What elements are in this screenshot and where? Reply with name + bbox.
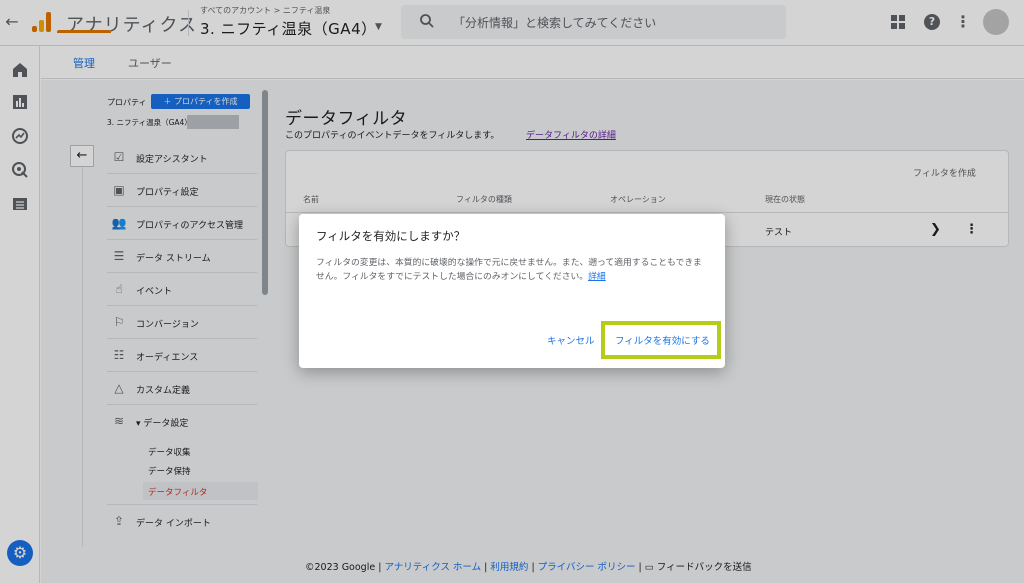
enable-filter-dialog: フィルタを有効にしますか？ フィルタの変更は、本質的に破壊的な操作で元に戻せませ… <box>299 214 725 368</box>
cancel-button[interactable]: キャンセル <box>547 333 595 347</box>
dialog-title: フィルタを有効にしますか？ <box>316 229 466 243</box>
dialog-learn-more-link[interactable]: 詳細 <box>588 272 606 282</box>
highlight-box: フィルタを有効にする <box>601 321 721 359</box>
dialog-body-text: フィルタの変更は、本質的に破壊的な操作で元に戻せません。また、遡って適用すること… <box>316 258 702 282</box>
enable-filter-button[interactable]: フィルタを有効にする <box>615 333 710 347</box>
dialog-body: フィルタの変更は、本質的に破壊的な操作で元に戻せません。また、遡って適用すること… <box>316 256 708 284</box>
